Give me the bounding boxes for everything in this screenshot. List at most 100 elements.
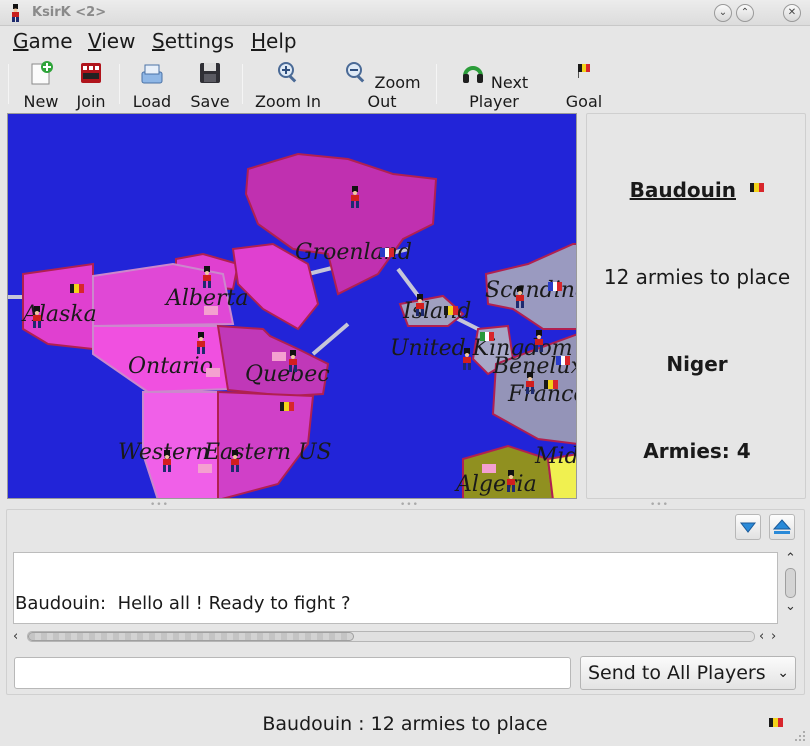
next-player-button[interactable]: Next Player [446,60,542,111]
pink-flag-icon [206,368,220,377]
country-label-ontario: Ontario [128,354,213,379]
toolbar-handle [8,64,9,104]
maximize-button[interactable]: ⌃ [736,4,754,22]
goal-button[interactable]: Goal [562,60,606,111]
army-soldier-icon[interactable] [460,348,474,370]
army-soldier-icon[interactable] [513,286,527,308]
collapse-chat-button[interactable] [735,514,761,540]
status-text: Baudouin : 12 armies to place [262,713,548,735]
toolbar-separator [242,64,243,104]
toolbar-separator [119,64,120,104]
pink-flag-icon [482,464,496,473]
player-info-panel: Baudouin 12 armies to place Niger Armies… [586,113,806,499]
scroll-right-icon[interactable]: › [771,630,776,643]
army-soldier-icon[interactable] [286,350,300,372]
country-label-mid: Mid [535,444,577,469]
join-button-label: Join [76,92,106,111]
recipient-select-value: Send to All Players [588,662,766,684]
pink-flag-icon [198,464,212,473]
country-label-scandinavie: Scandina [485,278,576,303]
chat-horizontal-scrollbar[interactable]: ‹ ‹ › [13,628,783,646]
chat-text: Hello all ! Ready to fight ? [117,593,351,614]
chat-log[interactable]: Baudouin: Hello all ! Ready to fight ? [13,552,778,624]
join-button[interactable]: Join [72,60,110,111]
save-button[interactable]: Save [188,60,232,111]
italy-flag-icon [480,332,494,341]
minimize-button[interactable]: ⌄ [714,4,732,22]
menu-settings-mnemonic: S [152,29,165,53]
window-title: KsirK <2> [32,5,107,20]
menu-game-mnemonic: G [13,29,29,53]
menu-help-mnemonic: H [251,29,267,53]
zoom-in-label: Zoom In [254,92,322,111]
status-bar: Baudouin : 12 armies to place [0,702,810,746]
belgium-flag-icon [544,380,558,389]
vertical-scroll-handle[interactable] [785,568,796,598]
toolbar-separator [436,64,437,104]
world-map[interactable]: Alaska Alberta Groenland Ontario Quebec … [7,113,577,499]
scroll-left-icon[interactable]: ‹ [759,630,764,643]
menu-help-label: elp [266,29,297,53]
new-button-label: New [23,92,59,111]
zoom-in-icon [278,62,297,83]
belgium-flag-icon [280,402,294,411]
current-player-row: Baudouin [587,178,807,202]
selected-country: Niger [666,352,728,376]
new-button[interactable]: New [20,60,62,111]
army-soldier-icon[interactable] [30,306,44,328]
army-soldier-icon[interactable] [532,330,546,352]
chevron-down-icon: ⌄ [777,665,789,681]
army-soldier-icon[interactable] [200,266,214,288]
chat-sender: Baudouin: [15,593,107,614]
soldier-icon [12,4,19,22]
france-flag-icon [556,356,570,365]
next-player-icon [462,66,483,83]
army-soldier-icon[interactable] [523,372,537,394]
close-button[interactable]: ✕ [783,4,801,22]
goal-button-label: Goal [565,92,603,111]
country-label-algeria: Algeria [456,472,537,497]
save-icon [200,63,220,83]
army-soldier-icon[interactable] [228,450,242,472]
menu-view-mnemonic: V [88,29,102,53]
army-soldier-icon[interactable] [194,332,208,354]
menu-help[interactable]: Help [251,29,297,53]
zoom-in-button[interactable]: Zoom In [252,60,324,111]
menu-game[interactable]: Game [13,29,73,53]
army-soldier-icon[interactable] [348,186,362,208]
chat-message: Baudouin: Hello all ! Ready to fight ? [15,593,351,614]
country-armies: Armies: 4 [643,439,751,463]
army-soldier-icon[interactable] [413,294,427,316]
chat-vertical-scrollbar[interactable]: ⌃ ⌄ [780,552,802,624]
load-button-label: Load [132,92,172,111]
belgium-flag-icon [750,183,765,192]
menu-game-label: ame [28,29,73,53]
expand-chat-button[interactable] [769,514,795,540]
chat-input[interactable] [14,657,571,689]
horizontal-scroll-handle[interactable] [28,632,354,641]
join-game-icon [81,63,101,83]
scroll-down-icon[interactable]: ⌄ [785,600,796,613]
goal-flag-icon [578,64,590,78]
current-player-name: Baudouin [629,178,736,202]
load-button[interactable]: Load [130,60,174,111]
save-button-label: Save [190,92,230,111]
new-game-icon [31,61,53,85]
scroll-left-icon[interactable]: ‹ [13,630,18,643]
resize-grip-icon[interactable] [792,728,806,742]
menu-settings[interactable]: Settings [152,29,234,53]
menu-view[interactable]: View [88,29,135,53]
belgium-flag-icon [769,718,783,727]
pink-flag-icon [272,352,286,361]
country-label-groenland: Groenland [295,240,412,265]
france-flag-icon [380,248,394,257]
horizontal-scroll-track[interactable] [27,631,755,642]
france-flag-icon [548,282,562,291]
army-soldier-icon[interactable] [504,470,518,492]
army-soldier-icon[interactable] [160,450,174,472]
zoom-out-button[interactable]: Zoom Out [338,60,426,111]
armies-to-place: 12 armies to place [603,265,791,289]
scroll-up-icon[interactable]: ⌃ [785,552,796,565]
recipient-select[interactable]: Send to All Players ⌄ [580,656,796,690]
country-label-eastern-us: Eastern US [204,440,332,465]
